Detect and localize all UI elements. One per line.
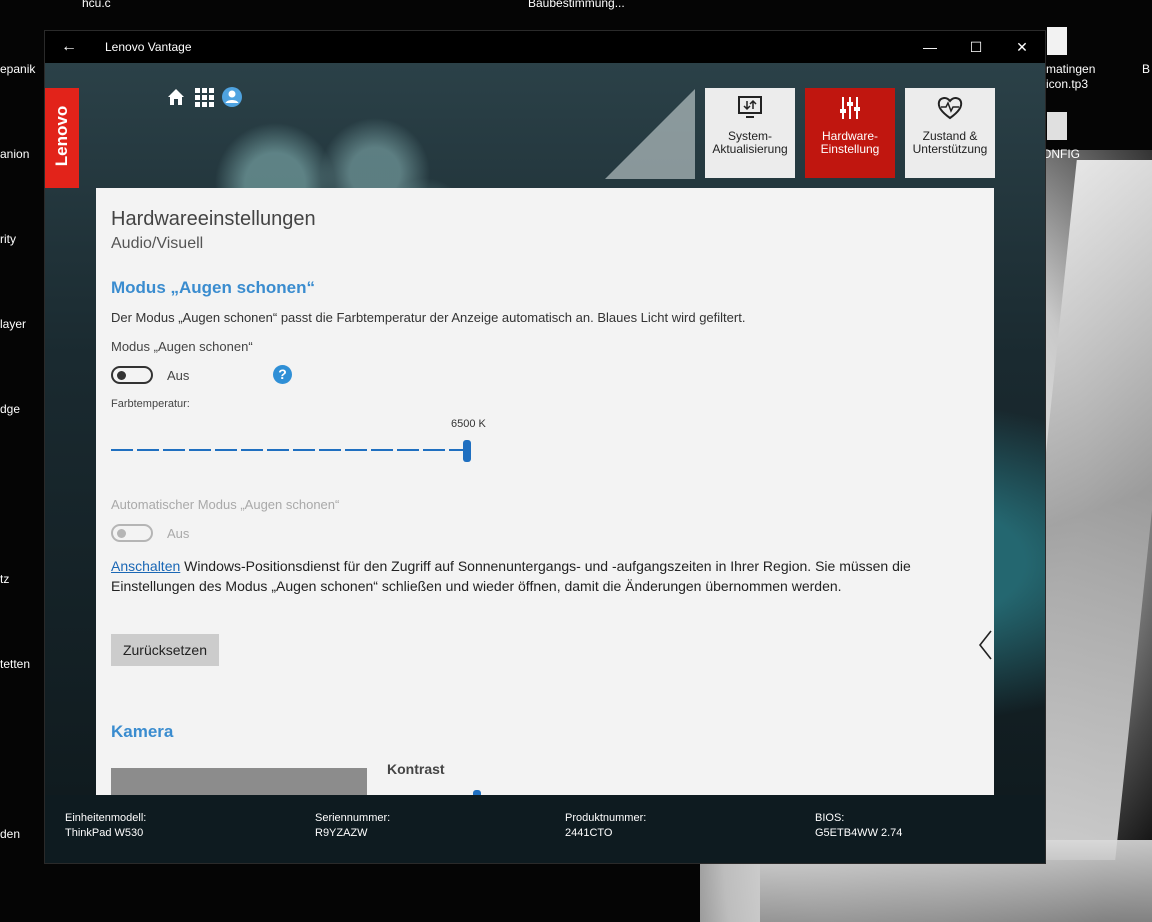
tile-label: Zustand & Unterstützung [912,129,988,156]
desktop-icon-label[interactable]: den [0,827,20,841]
lenovo-logo-text: Lenovo [52,105,71,167]
enable-location-link[interactable]: Anschalten [111,558,180,574]
desktop-icon-label[interactable]: rity [0,232,16,246]
contrast-label: Kontrast [387,761,445,777]
maximize-button[interactable]: ☐ [953,31,999,63]
eye-care-toggle[interactable] [111,366,153,384]
desktop-icon-label[interactable]: epanik [0,62,35,76]
window-title: Lenovo Vantage [105,40,192,54]
desktop-icon-label[interactable]: Baubestimmung... [528,0,625,10]
model-info: Einheitenmodell: ThinkPad W530 [65,811,146,841]
page-subtitle: Audio/Visuell [111,235,204,252]
sliders-icon [840,97,860,119]
color-temperature-slider-track[interactable] [111,449,467,451]
tile-system-update[interactable]: System-Aktualisierung [705,88,795,178]
desktop-icon-label[interactable]: hcu.c [82,0,111,10]
desktop-icon-label[interactable]: dge [0,402,20,416]
apps-grid-icon[interactable] [193,86,215,108]
auto-eye-care-label: Automatischer Modus „Augen schonen“ [111,497,340,512]
config-file-icon[interactable] [1047,112,1067,140]
desktop-icon-label[interactable]: tz [0,572,9,586]
tile-label: System-Aktualisierung [712,129,788,156]
home-icon[interactable] [165,86,187,108]
camera-preview [111,768,367,795]
model-label: Einheitenmodell: [65,812,147,824]
desktop-icon-label[interactable]: matingen [1046,62,1095,76]
desktop-icon-label[interactable]: icon.tp3 [1046,77,1088,91]
close-button[interactable]: ✕ [999,31,1045,63]
minimize-button[interactable]: — [907,31,953,63]
reset-button[interactable]: Zurücksetzen [111,634,219,666]
bios-label: BIOS: [815,812,845,824]
decorative-triangle [605,89,695,179]
model-value: ThinkPad W530 [65,827,144,839]
back-arrow-icon[interactable]: ← [59,37,79,57]
lenovo-logo: Lenovo [45,88,79,188]
camera-section-title: Kamera [111,722,174,741]
eye-care-description: Der Modus „Augen schonen“ passt die Farb… [111,310,746,325]
page-title: Hardwareeinstellungen [111,208,316,230]
toggle-knob [117,371,126,380]
location-service-text: Anschalten Windows-Positionsdienst für d… [111,556,921,596]
bios-value: G5ETB4WW 2.74 [815,827,903,839]
eye-care-section-title: Modus „Augen schonen“ [111,278,315,297]
lenovo-vantage-window: ← Lenovo Vantage — ☐ ✕ Lenovo System-Akt… [45,31,1045,863]
user-account-icon[interactable] [221,86,243,108]
toggle-knob [117,529,126,538]
tile-health-support[interactable]: Zustand & Unterstützung [905,88,995,178]
serial-info: Seriennummer: R9YZAZW [315,811,390,841]
auto-eye-care-toggle-state: Aus [167,526,190,541]
color-temperature-label: Farbtemperatur: [111,398,190,410]
eye-care-toggle-state: Aus [167,368,190,383]
auto-eye-care-toggle[interactable] [111,524,153,542]
eye-care-toggle-label: Modus „Augen schonen“ [111,339,253,354]
desktop-icon-label[interactable]: layer [0,317,26,331]
desktop-icon-label[interactable]: anion [0,147,29,161]
desktop-icon-label[interactable]: ONFIG [1042,147,1080,161]
location-service-description: Windows-Positionsdienst für den Zugriff … [111,558,911,594]
desktop-icon-label[interactable]: tetten [0,657,30,671]
color-temperature-slider-thumb[interactable] [463,440,471,462]
product-value: 2441CTO [565,827,613,839]
desktop-icon-label[interactable]: B [1142,62,1150,76]
document-icon[interactable] [1047,27,1067,55]
serial-label: Seriennummer: [315,812,391,824]
help-icon[interactable]: ? [273,365,292,384]
bios-info: BIOS: G5ETB4WW 2.74 [815,811,902,841]
heart-pulse-icon [937,97,963,120]
monitor-update-icon [738,96,762,118]
serial-value: R9YZAZW [315,827,368,839]
color-temperature-value: 6500 K [451,418,486,430]
product-info: Produktnummer: 2441CTO [565,811,646,841]
product-label: Produktnummer: [565,812,647,824]
chevron-left-icon[interactable] [976,627,994,663]
content-panel: Hardwareeinstellungen Audio/Visuell Modu… [96,188,994,795]
tile-hardware-settings[interactable]: Hardware-Einstellung [805,88,895,178]
title-bar: ← Lenovo Vantage — ☐ ✕ [45,31,1045,63]
tile-label: Hardware-Einstellung [820,129,880,156]
device-info-footer: Einheitenmodell: ThinkPad W530 Seriennum… [45,795,1045,863]
